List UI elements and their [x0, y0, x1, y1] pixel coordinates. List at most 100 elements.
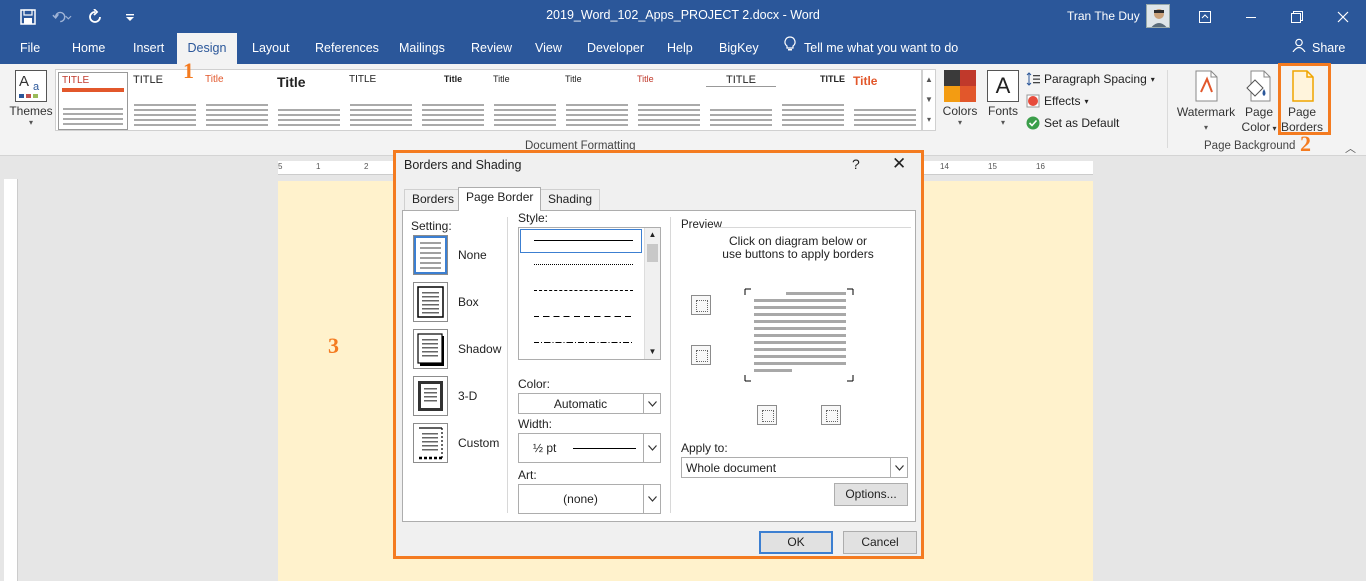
undo-icon[interactable]: [52, 7, 72, 27]
effects-label: Effects: [1044, 94, 1081, 108]
style-thumb[interactable]: Title: [418, 72, 488, 130]
annotation-2: 2: [1300, 131, 1311, 156]
tab-view[interactable]: View: [525, 33, 572, 64]
style-scrollbar[interactable]: ▲ ▼: [644, 228, 660, 359]
tab-page-border[interactable]: Page Border: [458, 187, 542, 211]
setting-3d[interactable]: 3-D: [413, 376, 503, 416]
tab-developer[interactable]: Developer: [577, 33, 654, 64]
style-option-dash-dot[interactable]: [521, 332, 641, 354]
panel-separator: [507, 217, 508, 513]
style-thumb[interactable]: TITLE: [778, 72, 848, 130]
style-thumb[interactable]: TITLE: [706, 72, 776, 130]
left-border-button[interactable]: [757, 405, 777, 425]
fonts-icon: A: [987, 70, 1019, 102]
help-icon[interactable]: ?: [852, 156, 860, 172]
tab-review[interactable]: Review: [461, 33, 522, 64]
setting-none[interactable]: None: [413, 235, 503, 275]
set-as-default-button[interactable]: Set as Default: [1026, 112, 1164, 134]
tab-borders[interactable]: Borders: [404, 189, 463, 210]
style-thumb[interactable]: Title: [202, 72, 272, 130]
design-small-commands: Paragraph Spacing ▾ Effects ▾ Set as Def…: [1026, 68, 1164, 134]
themes-label: Themes: [9, 104, 53, 118]
page-color-button[interactable]: Page Color ▾: [1238, 68, 1280, 136]
gallery-scroll[interactable]: ▲ ▼ ▾: [922, 69, 936, 131]
restore-icon[interactable]: [1274, 0, 1320, 33]
fonts-button[interactable]: A Fonts ▾: [984, 68, 1022, 127]
user-name[interactable]: Tran The Duy: [1067, 9, 1140, 23]
top-border-button[interactable]: [691, 295, 711, 315]
style-listbox[interactable]: ▲ ▼: [518, 227, 661, 360]
redo-icon[interactable]: [86, 7, 106, 27]
tab-bigkey[interactable]: BigKey: [709, 33, 769, 64]
close-window-icon[interactable]: [1320, 0, 1366, 33]
watermark-label: Watermark: [1176, 105, 1236, 119]
collapse-ribbon-icon[interactable]: ︿: [1345, 140, 1356, 156]
scroll-down-icon[interactable]: ▼: [645, 345, 660, 359]
tell-me-box[interactable]: Tell me what you want to do: [784, 33, 958, 64]
color-dropdown[interactable]: Automatic: [518, 393, 661, 414]
chevron-down-icon: [890, 458, 907, 477]
lightbulb-icon: [784, 33, 796, 64]
tab-insert[interactable]: Insert: [123, 33, 174, 64]
width-line-preview: [573, 448, 636, 449]
setting-box[interactable]: Box: [413, 282, 503, 322]
preview-label: Preview: [681, 219, 722, 231]
avatar[interactable]: [1146, 4, 1170, 28]
style-thumb[interactable]: Title: [634, 72, 704, 130]
style-option-small-dash[interactable]: [521, 280, 641, 302]
tab-references[interactable]: References: [305, 33, 389, 64]
style-thumb[interactable]: TITLE: [346, 72, 416, 130]
page-color-label-1: Page: [1244, 105, 1274, 119]
chevron-down-icon: [643, 434, 660, 462]
scroll-up-icon[interactable]: ▲: [645, 228, 660, 242]
style-option-dash[interactable]: [521, 306, 641, 328]
style-thumb[interactable]: Title: [850, 72, 920, 130]
style-option-dotted[interactable]: [521, 254, 641, 276]
border-preview-diagram[interactable]: [743, 287, 855, 383]
art-dropdown[interactable]: (none): [518, 484, 661, 514]
colors-label: Colors: [942, 104, 978, 118]
tab-file[interactable]: File: [10, 33, 50, 64]
cancel-button[interactable]: Cancel: [843, 531, 917, 554]
tab-home[interactable]: Home: [62, 33, 115, 64]
paragraph-spacing-button[interactable]: Paragraph Spacing ▾: [1026, 68, 1164, 90]
ribbon-display-options-icon[interactable]: [1182, 0, 1228, 33]
style-option-solid[interactable]: [520, 229, 642, 253]
style-thumb[interactable]: Title: [274, 72, 344, 130]
themes-button[interactable]: A a Themes ▾: [6, 68, 56, 134]
effects-button[interactable]: Effects ▾: [1026, 90, 1164, 112]
style-label: Style:: [518, 211, 549, 225]
chevron-down-icon: ▾: [1150, 74, 1155, 84]
ok-button[interactable]: OK: [759, 531, 833, 554]
art-label: Art:: [518, 468, 537, 482]
style-thumb[interactable]: TITLE: [58, 72, 128, 130]
tab-mailings[interactable]: Mailings: [389, 33, 455, 64]
scroll-up-icon[interactable]: ▲: [923, 70, 935, 90]
setting-custom-icon: [413, 423, 448, 463]
tab-help[interactable]: Help: [657, 33, 703, 64]
vertical-ruler[interactable]: [4, 179, 18, 581]
setting-3d-icon: [413, 376, 448, 416]
setting-label: Setting:: [411, 219, 452, 233]
right-border-button[interactable]: [821, 405, 841, 425]
style-thumb[interactable]: Title: [490, 72, 560, 130]
customize-qat-icon[interactable]: [120, 7, 140, 27]
watermark-button[interactable]: Watermark ▾: [1172, 68, 1240, 135]
setting-custom[interactable]: Custom: [413, 423, 503, 463]
minimize-icon[interactable]: [1228, 0, 1274, 33]
width-dropdown[interactable]: ½ pt: [518, 433, 661, 463]
apply-to-dropdown[interactable]: Whole document: [681, 457, 908, 478]
share-button[interactable]: Share: [1292, 33, 1345, 64]
style-thumb[interactable]: Title: [562, 72, 632, 130]
colors-button[interactable]: Colors ▾: [941, 68, 979, 127]
scroll-thumb[interactable]: [647, 244, 658, 262]
close-icon[interactable]: ✕: [892, 154, 906, 174]
setting-shadow[interactable]: Shadow: [413, 329, 503, 369]
save-icon[interactable]: [18, 7, 38, 27]
options-button[interactable]: Options...: [834, 483, 908, 506]
gallery-more-icon[interactable]: ▾: [923, 110, 935, 130]
tab-layout[interactable]: Layout: [242, 33, 300, 64]
scroll-down-icon[interactable]: ▼: [923, 90, 935, 110]
tab-shading[interactable]: Shading: [540, 189, 601, 210]
bottom-border-button[interactable]: [691, 345, 711, 365]
